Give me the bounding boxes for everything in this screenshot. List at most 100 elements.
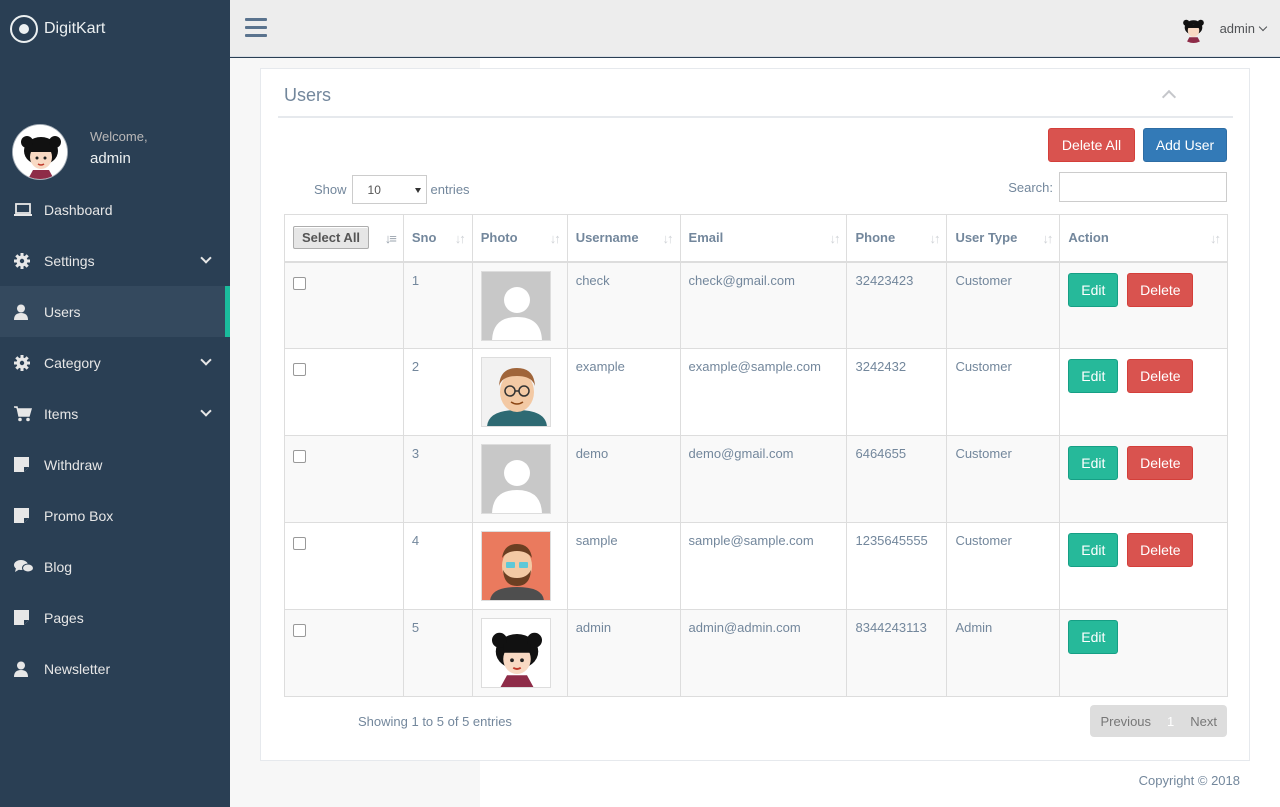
- page-button-current[interactable]: 1: [1161, 714, 1180, 729]
- user-type-cell: Customer: [946, 261, 1061, 349]
- row-checkbox[interactable]: [293, 363, 306, 376]
- sidebar-item-label: Items: [44, 405, 79, 422]
- sort-icon: ↓↑: [549, 231, 561, 246]
- action-cell: Edit Delete: [1059, 348, 1228, 436]
- sort-icon: ↓↑: [1210, 231, 1221, 246]
- column-header-email[interactable]: Email ↓↑: [679, 214, 848, 263]
- sidebar-item-items[interactable]: Items: [0, 388, 230, 439]
- checkbox-cell: [284, 435, 404, 523]
- entries-length: Show 10 entries: [314, 175, 470, 204]
- column-header-user-type[interactable]: User Type ↓↑: [946, 214, 1061, 263]
- chevron-down-icon: [200, 252, 212, 264]
- header-label: Photo: [480, 230, 518, 246]
- sidebar-item-label: Category: [44, 354, 101, 371]
- globe-icon: [10, 14, 38, 43]
- sidebar-item-category[interactable]: Category: [0, 337, 230, 388]
- sidebar-item-label: Settings: [44, 252, 95, 269]
- row-checkbox[interactable]: [293, 276, 306, 290]
- laptop-icon: [14, 202, 44, 217]
- sidebar-item-users[interactable]: Users: [0, 286, 230, 337]
- entries-select[interactable]: 10: [351, 175, 427, 204]
- photo-cell: [471, 435, 568, 523]
- user-type-cell: Admin: [946, 609, 1061, 697]
- previous-button[interactable]: Previous: [1090, 714, 1161, 729]
- delete-button[interactable]: Delete: [1127, 359, 1194, 393]
- sidebar-item-label: Blog: [44, 558, 73, 575]
- avatar[interactable]: [12, 124, 68, 180]
- checkbox-cell: [284, 522, 404, 610]
- menu-toggle-icon[interactable]: [245, 18, 267, 42]
- table-row: 5 admin admin@admin.com 8344243113 Admin…: [284, 609, 1228, 697]
- select-all-button[interactable]: Select All: [293, 226, 370, 250]
- row-checkbox[interactable]: [293, 537, 306, 550]
- table-row: 2 example example@sample.com 3242432 Cus…: [284, 348, 1228, 436]
- username-cell: sample: [566, 522, 681, 610]
- photo-cell: [471, 261, 568, 349]
- note-icon: [14, 610, 44, 625]
- user-icon: [14, 304, 44, 320]
- entries-select-value: 10: [367, 182, 381, 197]
- column-header-sno[interactable]: Sno ↓↑: [402, 214, 473, 263]
- sidebar-item-newsletter[interactable]: Newsletter: [0, 643, 230, 694]
- delete-all-button[interactable]: Delete All: [1048, 128, 1135, 162]
- sidebar-item-withdraw[interactable]: Withdraw: [0, 439, 230, 490]
- sidebar-item-promo-box[interactable]: Promo Box: [0, 490, 230, 541]
- next-button[interactable]: Next: [1180, 714, 1227, 729]
- users-table: Select All ↓≡ Sno ↓↑ Photo ↓↑ Username ↓↑ E…: [284, 214, 1228, 697]
- search-filter: Search:: [1008, 172, 1227, 202]
- phone-cell: 8344243113: [846, 609, 948, 697]
- panel-header: Users: [278, 69, 1233, 118]
- header-label: User Type: [955, 230, 1018, 246]
- column-header-phone[interactable]: Phone ↓↑: [846, 214, 948, 263]
- phone-cell: 6464655: [846, 435, 948, 523]
- row-checkbox[interactable]: [293, 450, 306, 463]
- brand-name: DigitKart: [44, 19, 106, 37]
- delete-button[interactable]: Delete: [1127, 533, 1194, 567]
- phone-cell: 1235645555: [846, 522, 948, 610]
- chevron-up-icon[interactable]: [1161, 89, 1177, 105]
- search-label: Search:: [1008, 179, 1053, 195]
- note-icon: [14, 508, 44, 523]
- user-dropdown[interactable]: admin: [1178, 14, 1268, 43]
- user-photo: [480, 531, 551, 601]
- header-label: Phone: [855, 230, 896, 246]
- sidebar-item-settings[interactable]: Settings: [0, 235, 230, 286]
- edit-button[interactable]: Edit: [1068, 272, 1119, 307]
- search-input[interactable]: [1059, 172, 1227, 202]
- edit-button[interactable]: Edit: [1068, 359, 1119, 393]
- checkbox-cell: [284, 261, 404, 349]
- sort-asc-icon[interactable]: ↓≡: [385, 231, 397, 246]
- phone-cell: 3242432: [846, 348, 948, 436]
- email-cell: sample@sample.com: [679, 522, 848, 610]
- edit-button[interactable]: Edit: [1068, 620, 1119, 654]
- show-label: Show: [314, 182, 347, 197]
- user-photo: [480, 270, 551, 341]
- add-user-button[interactable]: Add User: [1143, 128, 1227, 162]
- column-header-photo[interactable]: Photo ↓↑: [471, 214, 568, 263]
- sno-cell: 4: [402, 522, 473, 610]
- footer-copyright: Copyright © 2018: [1138, 773, 1240, 788]
- column-header-action[interactable]: Action ↓↑: [1059, 214, 1228, 263]
- top-nav: admin: [230, 0, 1280, 57]
- user-photo: [480, 357, 551, 427]
- edit-button[interactable]: Edit: [1068, 533, 1119, 567]
- delete-button[interactable]: Delete: [1127, 446, 1194, 480]
- brand[interactable]: DigitKart: [0, 0, 230, 57]
- edit-button[interactable]: Edit: [1068, 446, 1119, 480]
- sidebar-item-dashboard[interactable]: Dashboard: [0, 184, 230, 235]
- checkbox-cell: [284, 609, 404, 697]
- photo-cell: [471, 348, 568, 436]
- sidebar-item-pages[interactable]: Pages: [0, 592, 230, 643]
- gear-icon: [14, 354, 44, 371]
- pagination-info: Showing 1 to 5 of 5 entries: [358, 714, 512, 729]
- column-header-username[interactable]: Username ↓↑: [566, 214, 681, 263]
- select-all-header: Select All ↓≡: [284, 214, 404, 263]
- phone-cell: 32423423: [846, 261, 948, 349]
- sno-cell: 1: [402, 261, 473, 349]
- delete-button[interactable]: Delete: [1127, 272, 1194, 307]
- sidebar-item-label: Users: [44, 303, 81, 320]
- row-checkbox[interactable]: [293, 624, 306, 637]
- pagination: Previous 1 Next: [1090, 705, 1227, 737]
- entries-label: entries: [430, 182, 470, 197]
- sidebar-item-blog[interactable]: Blog: [0, 541, 230, 592]
